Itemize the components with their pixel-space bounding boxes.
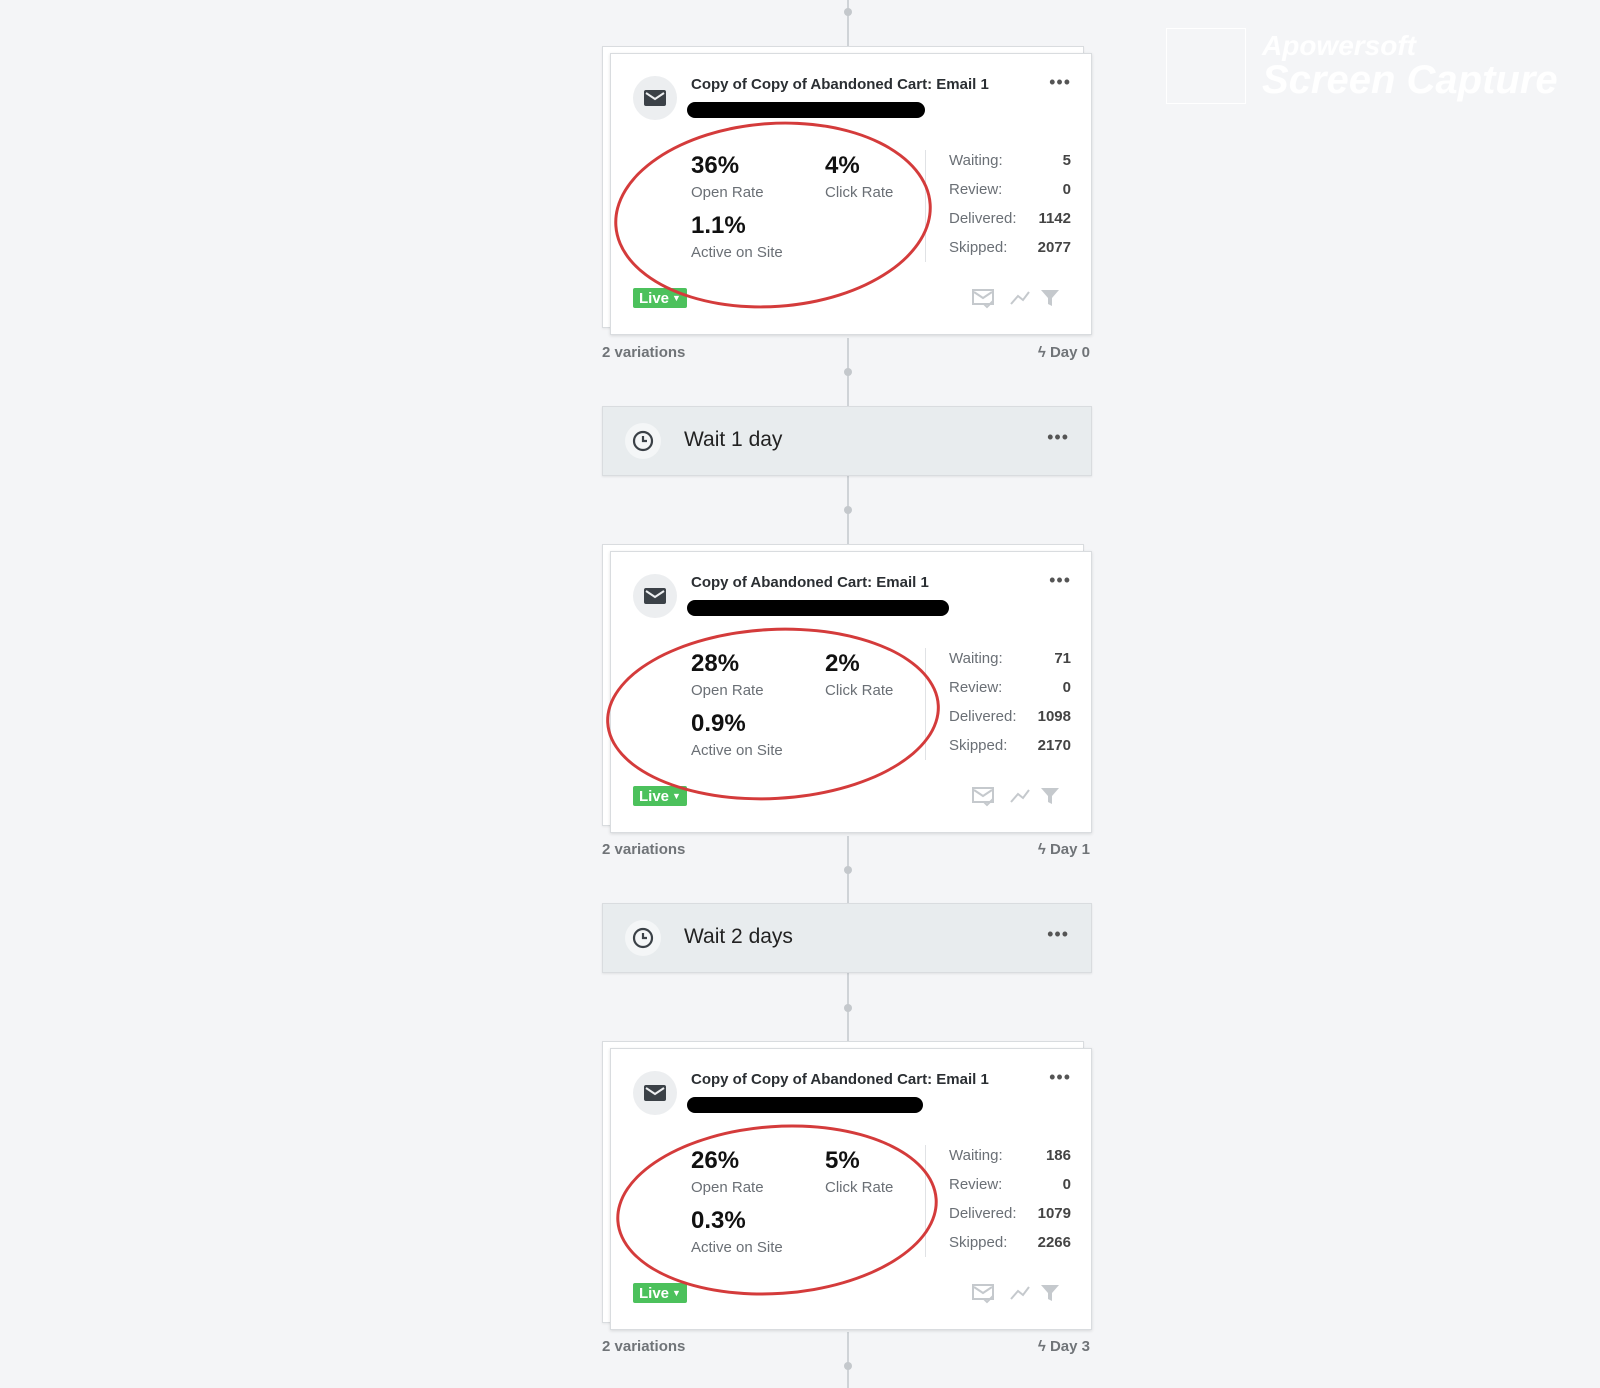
review-mail-icon[interactable]: [972, 289, 994, 309]
variations-count[interactable]: 2 variations: [602, 344, 685, 361]
delivered-label: Delivered:: [949, 210, 1017, 227]
day-label: Day 1: [1049, 841, 1090, 858]
trigger-day: ϟ Day 3: [1038, 1338, 1090, 1355]
skipped-value: 2170: [1037, 737, 1071, 754]
review-value: 0: [1062, 181, 1071, 198]
envelope-icon: [633, 1071, 677, 1115]
waiting-value: 5: [1062, 152, 1071, 169]
status-label: Live: [639, 290, 670, 307]
skipped-label: Skipped:: [949, 239, 1008, 256]
redacted-subject: [687, 600, 949, 616]
filter-icon[interactable]: [1041, 290, 1059, 306]
review-label: Review:: [949, 181, 1003, 198]
review-label: Review:: [949, 679, 1003, 696]
filter-icon[interactable]: [1041, 1285, 1059, 1301]
variations-count[interactable]: 2 variations: [602, 1338, 685, 1355]
envelope-icon: [633, 76, 677, 120]
redacted-subject: [687, 1097, 923, 1113]
waiting-value: 186: [1045, 1147, 1071, 1164]
delivered-label: Delivered:: [949, 708, 1017, 725]
status-dropdown[interactable]: Live ▼: [633, 1283, 687, 1303]
email-title[interactable]: Copy of Copy of Abandoned Cart: Email 1: [691, 76, 989, 93]
day-label: Day 3: [1049, 1338, 1090, 1355]
delivered-label: Delivered:: [949, 1205, 1017, 1222]
envelope-icon: [633, 574, 677, 618]
status-label: Live: [639, 1285, 670, 1302]
email-card[interactable]: Copy of Copy of Abandoned Cart: Email 1 …: [602, 46, 1092, 335]
email-card[interactable]: Copy of Copy of Abandoned Cart: Email 1 …: [602, 1041, 1092, 1330]
watermark-product: Screen Capture: [1262, 58, 1558, 102]
trigger-day: ϟ Day 0: [1038, 344, 1090, 361]
redacted-subject: [687, 102, 925, 118]
ellipsis-icon[interactable]: •••: [1049, 570, 1071, 591]
delivered-value: 1142: [1038, 210, 1071, 227]
status-label: Live: [639, 788, 670, 805]
trend-icon[interactable]: [1010, 789, 1030, 803]
filter-icon[interactable]: [1041, 788, 1059, 804]
waiting-label: Waiting:: [949, 650, 1003, 667]
lightning-icon: ϟ: [1037, 841, 1050, 858]
waiting-value: 71: [1054, 650, 1071, 667]
skipped-label: Skipped:: [949, 737, 1008, 754]
trend-icon[interactable]: [1010, 291, 1030, 305]
day-label: Day 0: [1049, 344, 1090, 361]
email-title[interactable]: Copy of Copy of Abandoned Cart: Email 1: [691, 1071, 989, 1088]
delivered-value: 1079: [1037, 1205, 1071, 1222]
review-label: Review:: [949, 1176, 1003, 1193]
trigger-day: ϟ Day 1: [1038, 841, 1090, 858]
waiting-label: Waiting:: [949, 1147, 1003, 1164]
trend-icon[interactable]: [1010, 1286, 1030, 1300]
caret-down-icon: ▼: [672, 1288, 681, 1298]
delivered-value: 1098: [1037, 708, 1071, 725]
caret-down-icon: ▼: [672, 791, 681, 801]
skipped-value: 2077: [1037, 239, 1071, 256]
ellipsis-icon[interactable]: •••: [1047, 427, 1069, 448]
wait-step[interactable]: Wait 1 day •••: [602, 406, 1092, 476]
wait-label: Wait 1 day: [684, 428, 783, 451]
review-value: 0: [1062, 679, 1071, 696]
watermark-logo: [1166, 28, 1246, 104]
lightning-icon: ϟ: [1037, 344, 1050, 361]
clock-icon: [625, 920, 661, 956]
card-actions: [969, 1281, 1069, 1305]
ellipsis-icon[interactable]: •••: [1049, 1067, 1071, 1088]
review-value: 0: [1062, 1176, 1071, 1193]
clock-icon: [625, 423, 661, 459]
skipped-label: Skipped:: [949, 1234, 1008, 1251]
skipped-value: 2266: [1037, 1234, 1071, 1251]
lightning-icon: ϟ: [1037, 1338, 1050, 1355]
email-title[interactable]: Copy of Abandoned Cart: Email 1: [691, 574, 929, 591]
review-mail-icon[interactable]: [972, 787, 994, 807]
card-actions: [969, 784, 1069, 808]
ellipsis-icon[interactable]: •••: [1047, 924, 1069, 945]
email-card[interactable]: Copy of Abandoned Cart: Email 1 ••• 28% …: [601, 544, 1092, 833]
waiting-label: Waiting:: [949, 152, 1003, 169]
wait-label: Wait 2 days: [684, 925, 793, 948]
wait-step[interactable]: Wait 2 days •••: [602, 903, 1092, 973]
ellipsis-icon[interactable]: •••: [1049, 72, 1071, 93]
review-mail-icon[interactable]: [972, 1284, 994, 1304]
variations-count[interactable]: 2 variations: [602, 841, 685, 858]
card-actions: [969, 286, 1069, 310]
